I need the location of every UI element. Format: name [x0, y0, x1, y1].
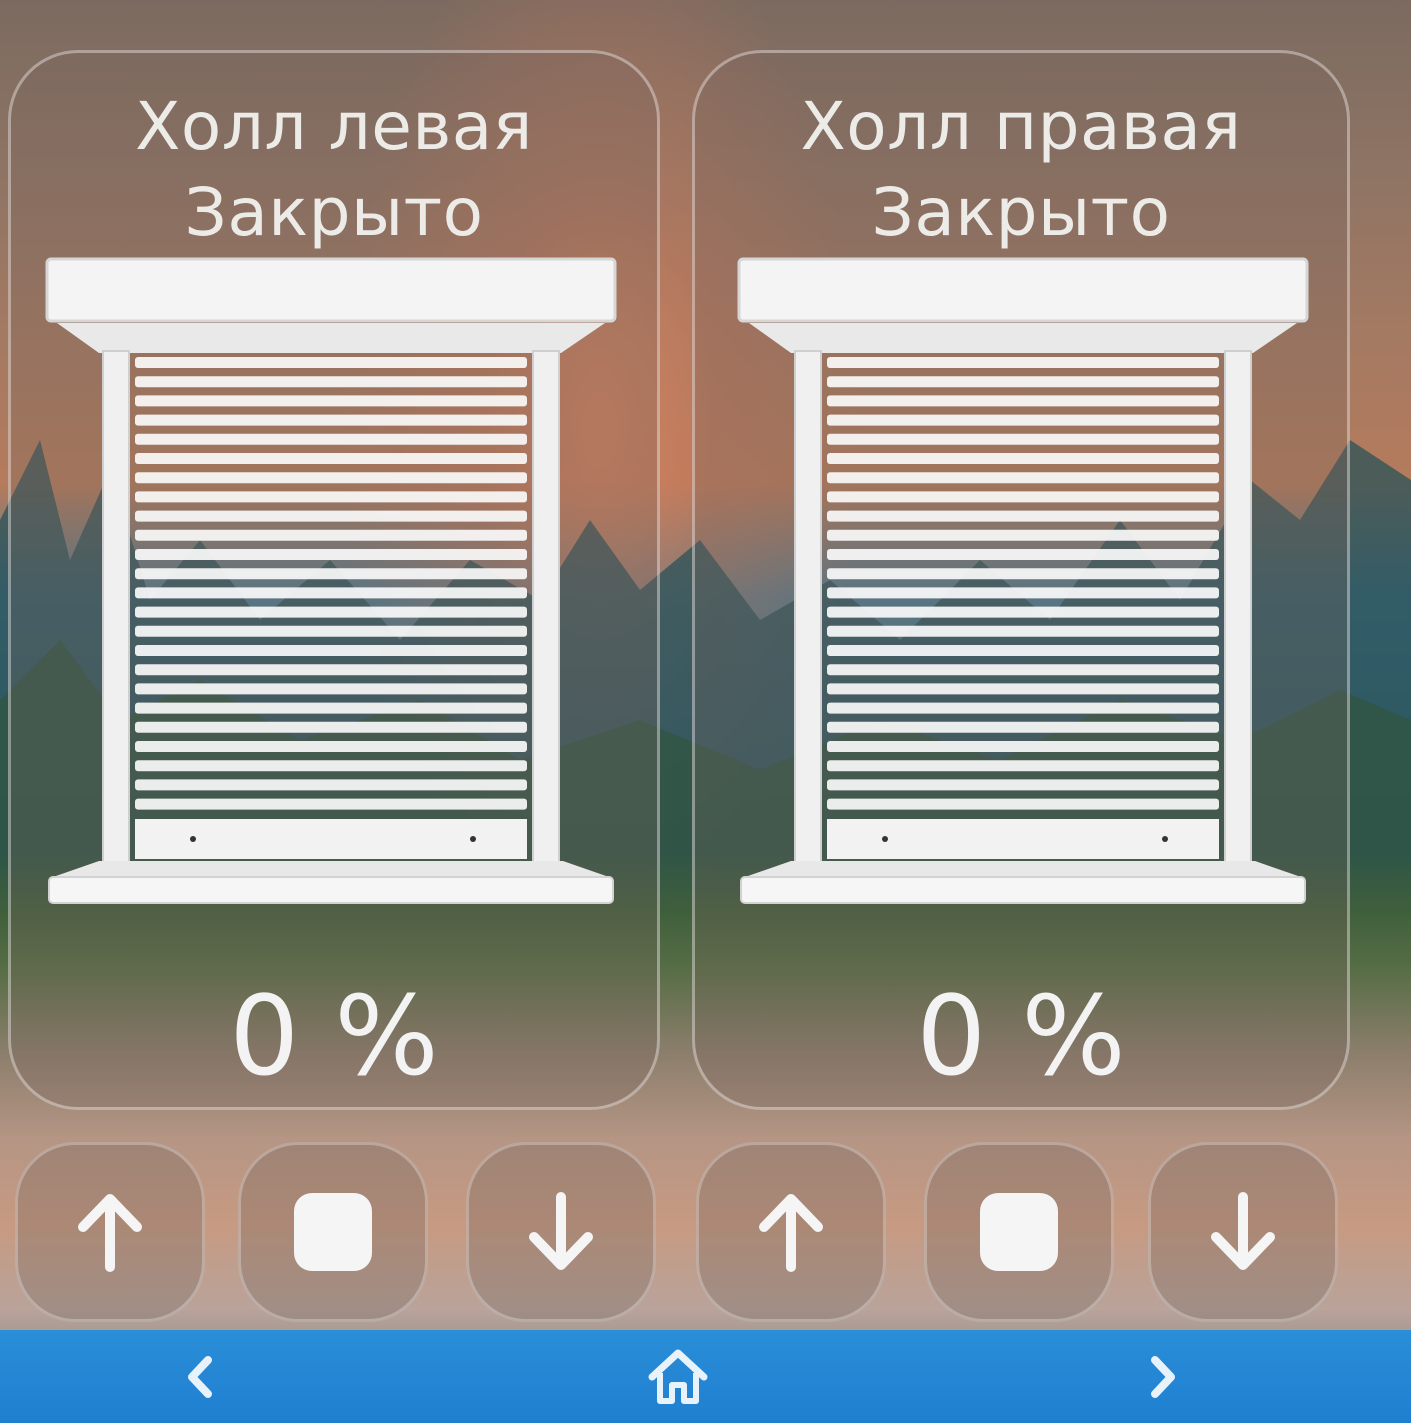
shutter-slat — [827, 376, 1219, 388]
stop-square-icon — [980, 1193, 1058, 1271]
blind-card-left[interactable]: Холл левая Закрыто 0 % — [8, 50, 660, 1110]
shutter-slat — [135, 568, 527, 580]
blind-title: Холл левая — [135, 88, 533, 165]
shutter-slat — [827, 645, 1219, 656]
shutter-slat — [135, 433, 527, 445]
shutter-slat — [827, 568, 1219, 580]
touch-panel-screen: Холл левая Закрыто 0 % Холл правая Закры… — [0, 0, 1411, 1423]
left-blind-down-button[interactable] — [466, 1142, 656, 1322]
shutter-slat — [827, 760, 1219, 772]
shutter-slat — [827, 741, 1219, 752]
left-blind-stop-button[interactable] — [238, 1142, 428, 1322]
shutter-slat — [827, 491, 1219, 503]
chevron-left-icon — [188, 1356, 212, 1398]
shutter-slat — [827, 453, 1219, 464]
blind-card-right[interactable]: Холл правая Закрыто 0 % — [692, 50, 1350, 1110]
shutter-slat — [135, 491, 527, 503]
shutter-slat — [827, 683, 1219, 695]
next-page-button[interactable] — [1128, 1344, 1198, 1410]
shutter-slat — [827, 779, 1219, 791]
shutter-slat — [827, 702, 1219, 714]
shutter-slat — [827, 549, 1219, 560]
shutter-slat — [135, 453, 527, 464]
shutter-slat — [827, 395, 1219, 407]
blind-position-value: 0 % — [916, 972, 1126, 1100]
shutter-slat — [135, 529, 527, 541]
shutter-slat — [135, 721, 527, 733]
shutter-slat — [135, 779, 527, 791]
shutter-slat — [135, 741, 527, 752]
shutter-slat — [827, 433, 1219, 445]
blind-status: Закрыто — [184, 174, 484, 251]
shutter-slat — [827, 529, 1219, 541]
shutter-slat — [135, 510, 527, 522]
shutter-slat — [135, 587, 527, 599]
shutter-slat — [827, 721, 1219, 733]
roller-shutter-icon — [45, 257, 617, 904]
arrow-up-icon — [759, 1194, 823, 1272]
shutter-slat — [135, 395, 527, 407]
shutter-slat — [135, 376, 527, 388]
blind-title: Холл правая — [800, 88, 1242, 165]
shutter-slat — [135, 683, 527, 695]
roller-shutter-icon — [737, 257, 1309, 904]
shutter-slat — [135, 357, 527, 368]
shutter-slat — [135, 549, 527, 560]
stop-square-icon — [294, 1193, 372, 1271]
previous-page-button[interactable] — [165, 1344, 235, 1410]
arrow-down-icon — [1211, 1192, 1275, 1270]
right-blind-stop-button[interactable] — [924, 1142, 1114, 1322]
shutter-slat — [827, 510, 1219, 522]
home-button[interactable] — [643, 1344, 713, 1410]
chevron-right-icon — [1151, 1356, 1175, 1398]
shutter-slat — [135, 472, 527, 484]
shutter-slat — [135, 798, 527, 810]
bottom-nav-bar — [0, 1330, 1411, 1423]
shutter-slat — [135, 702, 527, 714]
shutter-slat — [827, 587, 1219, 599]
shutter-slat — [135, 414, 527, 426]
shutter-slat — [827, 664, 1219, 676]
shutter-slat — [827, 357, 1219, 368]
shutter-slat — [827, 798, 1219, 810]
right-blind-up-button[interactable] — [696, 1142, 886, 1322]
shutter-slat — [827, 472, 1219, 484]
shutter-slat — [135, 645, 527, 656]
shutter-slat — [135, 606, 527, 618]
right-blind-down-button[interactable] — [1148, 1142, 1338, 1322]
blind-position-value: 0 % — [229, 972, 439, 1100]
shutter-slat — [135, 760, 527, 772]
shutter-slat — [135, 664, 527, 676]
home-icon — [648, 1349, 708, 1404]
shutter-slat — [135, 625, 527, 637]
arrow-down-icon — [529, 1192, 593, 1270]
shutter-slat — [827, 625, 1219, 637]
arrow-up-icon — [78, 1194, 142, 1272]
left-blind-up-button[interactable] — [15, 1142, 205, 1322]
blind-status: Закрыто — [871, 174, 1171, 251]
shutter-slat — [827, 606, 1219, 618]
shutter-slat — [827, 414, 1219, 426]
